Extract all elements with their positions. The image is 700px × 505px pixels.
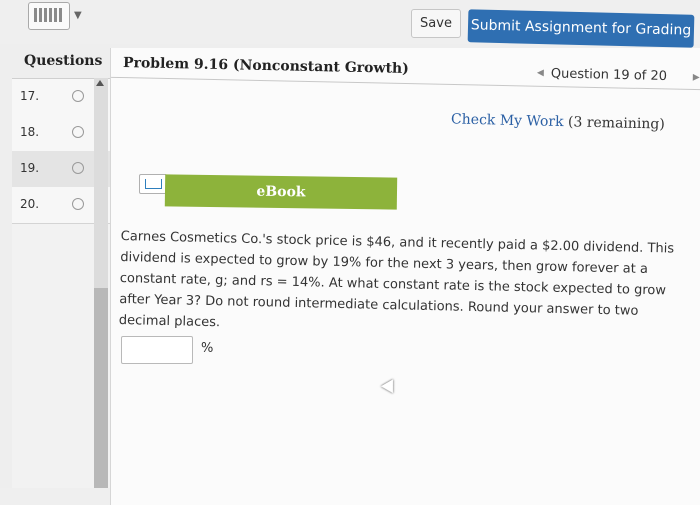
check-my-work-link[interactable]: Check My Work (3 remaining): [451, 111, 665, 132]
save-button[interactable]: Save: [411, 9, 461, 38]
check-my-work-label: Check My Work: [450, 111, 564, 131]
mouse-pointer-icon: [380, 379, 400, 397]
scroll-up-arrow-icon[interactable]: [96, 80, 104, 86]
status-circle-icon: [72, 198, 84, 210]
question-position: Question 19 of 20: [550, 66, 668, 85]
status-circle-icon: [72, 162, 84, 174]
remaining-attempts: (3 remaining): [567, 114, 665, 133]
top-toolbar: ▼ Save Submit Assignment for Grading: [0, 0, 700, 48]
question-number: 18.: [20, 125, 40, 139]
problem-title: Problem 9.16 (Nonconstant Growth): [122, 55, 409, 77]
book-icon[interactable]: [139, 174, 167, 194]
status-circle-icon: [72, 90, 84, 102]
status-circle-icon: [72, 126, 84, 138]
question-number: 17.: [20, 89, 40, 103]
next-question-icon[interactable]: ▶: [693, 73, 700, 83]
chevron-down-icon[interactable]: ▼: [74, 10, 82, 21]
scrollbar-thumb[interactable]: [94, 288, 108, 488]
ebook-button[interactable]: eBook: [164, 174, 398, 210]
questions-header: Questions: [24, 53, 103, 69]
sidebar-footer: [0, 488, 110, 505]
problem-panel: Problem 9.16 (Nonconstant Growth) ◀ Ques…: [110, 48, 700, 505]
question-number: 20.: [20, 197, 40, 211]
question-number: 19.: [20, 161, 40, 175]
question-navigator: ◀ Question 19 of 20 ▶: [537, 66, 700, 84]
previous-question-icon[interactable]: ◀: [537, 68, 544, 78]
answer-input[interactable]: [121, 336, 193, 364]
percent-unit: %: [201, 341, 214, 356]
keyboard-icon[interactable]: [28, 2, 70, 30]
submit-assignment-button[interactable]: Submit Assignment for Grading: [467, 9, 695, 48]
problem-text: Carnes Cosmetics Co.'s stock price is $4…: [118, 228, 675, 331]
